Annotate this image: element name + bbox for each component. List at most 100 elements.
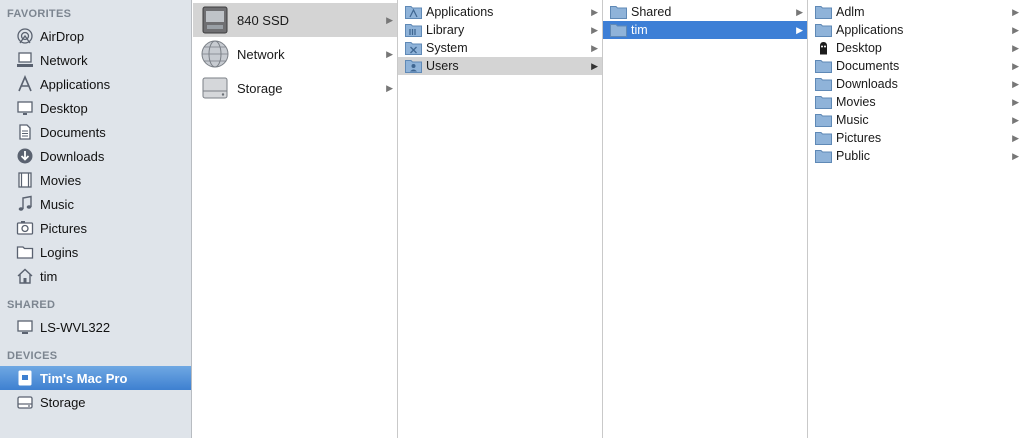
sidebar-item-label: Music bbox=[40, 196, 74, 212]
sidebar-item-label: tim bbox=[40, 268, 58, 284]
network-globe-icon bbox=[201, 40, 229, 68]
folder-icon bbox=[814, 130, 832, 146]
airdrop-icon bbox=[16, 27, 34, 45]
sidebar-item-documents[interactable]: Documents bbox=[0, 120, 191, 144]
column-item-label: Storage bbox=[237, 80, 283, 96]
column-item-public[interactable]: Public ▶ bbox=[808, 147, 1023, 165]
sidebar-item-airdrop[interactable]: AirDrop bbox=[0, 24, 191, 48]
column-item-label: Pictures bbox=[836, 131, 882, 145]
folder-icon bbox=[609, 4, 627, 20]
applications-icon bbox=[16, 75, 34, 93]
chevron-right-icon: ▶ bbox=[591, 60, 598, 71]
sidebar-item-desktop[interactable]: Desktop bbox=[0, 96, 191, 120]
column-item-840-ssd[interactable]: 840 SSD ▶ bbox=[193, 3, 397, 37]
column-item-label: Downloads bbox=[836, 77, 898, 91]
mac-pro-icon bbox=[16, 369, 34, 387]
column-item-label: Applications bbox=[426, 5, 494, 19]
column-item-label: Public bbox=[836, 149, 871, 163]
movies-icon bbox=[16, 171, 34, 189]
column-item-applications[interactable]: Applications ▶ bbox=[398, 3, 602, 21]
column-item-system[interactable]: System ▶ bbox=[398, 39, 602, 57]
sidebar-item-downloads[interactable]: Downloads bbox=[0, 144, 191, 168]
folder-icon bbox=[814, 58, 832, 74]
column-item-desktop[interactable]: Desktop ▶ bbox=[808, 39, 1023, 57]
chevron-right-icon: ▶ bbox=[591, 6, 598, 17]
sidebar-item-storage[interactable]: Storage bbox=[0, 390, 191, 414]
column-item-label: Desktop bbox=[836, 41, 882, 55]
browser-column-tim[interactable]: Adlm ▶ Applications ▶ Desktop ▶ Document… bbox=[808, 0, 1023, 438]
chevron-right-icon: ▶ bbox=[1012, 60, 1019, 71]
column-item-library[interactable]: Library ▶ bbox=[398, 21, 602, 39]
folder-icon bbox=[814, 94, 832, 110]
sidebar-item-label: Storage bbox=[40, 394, 86, 410]
column-item-music[interactable]: Music ▶ bbox=[808, 111, 1023, 129]
chevron-right-icon: ▶ bbox=[386, 82, 393, 93]
column-item-label: Documents bbox=[836, 59, 900, 73]
desktop-icon bbox=[16, 99, 34, 117]
sidebar-item-label: Logins bbox=[40, 244, 79, 260]
sidebar-item-label: AirDrop bbox=[40, 28, 85, 44]
chevron-right-icon: ▶ bbox=[1012, 132, 1019, 143]
column-item-label: Network bbox=[237, 46, 285, 62]
column-item-adlm[interactable]: Adlm ▶ bbox=[808, 3, 1023, 21]
sidebar-item-label: Movies bbox=[40, 172, 82, 188]
sidebar-item-label: Downloads bbox=[40, 148, 105, 164]
sidebar-item-logins[interactable]: Logins bbox=[0, 240, 191, 264]
sidebar-item-network[interactable]: Network bbox=[0, 48, 191, 72]
sidebar-section-favorites: FAVORITES bbox=[7, 8, 72, 20]
pictures-icon bbox=[16, 219, 34, 237]
sidebar-item-movies[interactable]: Movies bbox=[0, 168, 191, 192]
chevron-right-icon: ▶ bbox=[1012, 114, 1019, 125]
folder-icon bbox=[814, 76, 832, 92]
browser-column-840-ssd[interactable]: Applications ▶ Library ▶ System ▶ Users … bbox=[398, 0, 603, 438]
sidebar-item-tim[interactable]: tim bbox=[0, 264, 191, 288]
column-item-movies[interactable]: Movies ▶ bbox=[808, 93, 1023, 111]
system-folder-icon bbox=[404, 40, 422, 56]
sidebar-item-tims-mac-pro[interactable]: Tim's Mac Pro bbox=[0, 366, 191, 390]
documents-icon bbox=[16, 123, 34, 141]
chevron-right-icon: ▶ bbox=[1012, 96, 1019, 107]
browser-column-users[interactable]: Shared ▶ tim ▶ bbox=[603, 0, 808, 438]
folder-icon bbox=[814, 112, 832, 128]
column-item-label: System bbox=[426, 41, 468, 55]
sidebar-item-applications[interactable]: Applications bbox=[0, 72, 191, 96]
library-folder-icon bbox=[404, 22, 422, 38]
sidebar-item-label: Documents bbox=[40, 124, 106, 140]
home-icon bbox=[16, 267, 34, 285]
folder-icon bbox=[814, 148, 832, 164]
browser-column-devices[interactable]: 840 SSD ▶ Network ▶ Storage ▶ bbox=[193, 0, 398, 438]
chevron-right-icon: ▶ bbox=[386, 48, 393, 59]
column-item-shared[interactable]: Shared ▶ bbox=[603, 3, 807, 21]
chevron-right-icon: ▶ bbox=[591, 42, 598, 53]
column-item-label: Library bbox=[426, 23, 465, 37]
downloads-icon bbox=[16, 147, 34, 165]
hard-disk-icon bbox=[202, 77, 228, 99]
ssd-icon bbox=[202, 6, 228, 34]
network-icon bbox=[16, 51, 34, 69]
sidebar-item-ls-wvl322[interactable]: LS-WVL322 bbox=[0, 315, 191, 339]
sidebar-item-label: Pictures bbox=[40, 220, 87, 236]
column-item-documents[interactable]: Documents ▶ bbox=[808, 57, 1023, 75]
sidebar-section-devices: DEVICES bbox=[7, 350, 58, 362]
column-item-applications[interactable]: Applications ▶ bbox=[808, 21, 1023, 39]
column-item-downloads[interactable]: Downloads ▶ bbox=[808, 75, 1023, 93]
chevron-right-icon: ▶ bbox=[1012, 42, 1019, 53]
column-item-pictures[interactable]: Pictures ▶ bbox=[808, 129, 1023, 147]
chevron-right-icon: ▶ bbox=[1012, 6, 1019, 17]
desktop-alien-icon bbox=[814, 40, 832, 56]
column-item-tim[interactable]: tim ▶ bbox=[603, 21, 807, 39]
sidebar-item-music[interactable]: Music bbox=[0, 192, 191, 216]
applications-folder-icon bbox=[404, 4, 422, 20]
chevron-right-icon: ▶ bbox=[386, 14, 393, 25]
folder-icon bbox=[609, 22, 627, 38]
folder-icon bbox=[16, 243, 34, 261]
sidebar-item-pictures[interactable]: Pictures bbox=[0, 216, 191, 240]
column-item-storage[interactable]: Storage ▶ bbox=[193, 71, 397, 105]
disk-icon bbox=[16, 393, 34, 411]
folder-icon bbox=[814, 22, 832, 38]
sidebar-item-label: Tim's Mac Pro bbox=[40, 370, 128, 386]
column-item-network[interactable]: Network ▶ bbox=[193, 37, 397, 71]
column-item-users[interactable]: Users ▶ bbox=[398, 57, 602, 75]
monitor-icon bbox=[16, 318, 34, 336]
sidebar-item-label: Network bbox=[40, 52, 88, 68]
